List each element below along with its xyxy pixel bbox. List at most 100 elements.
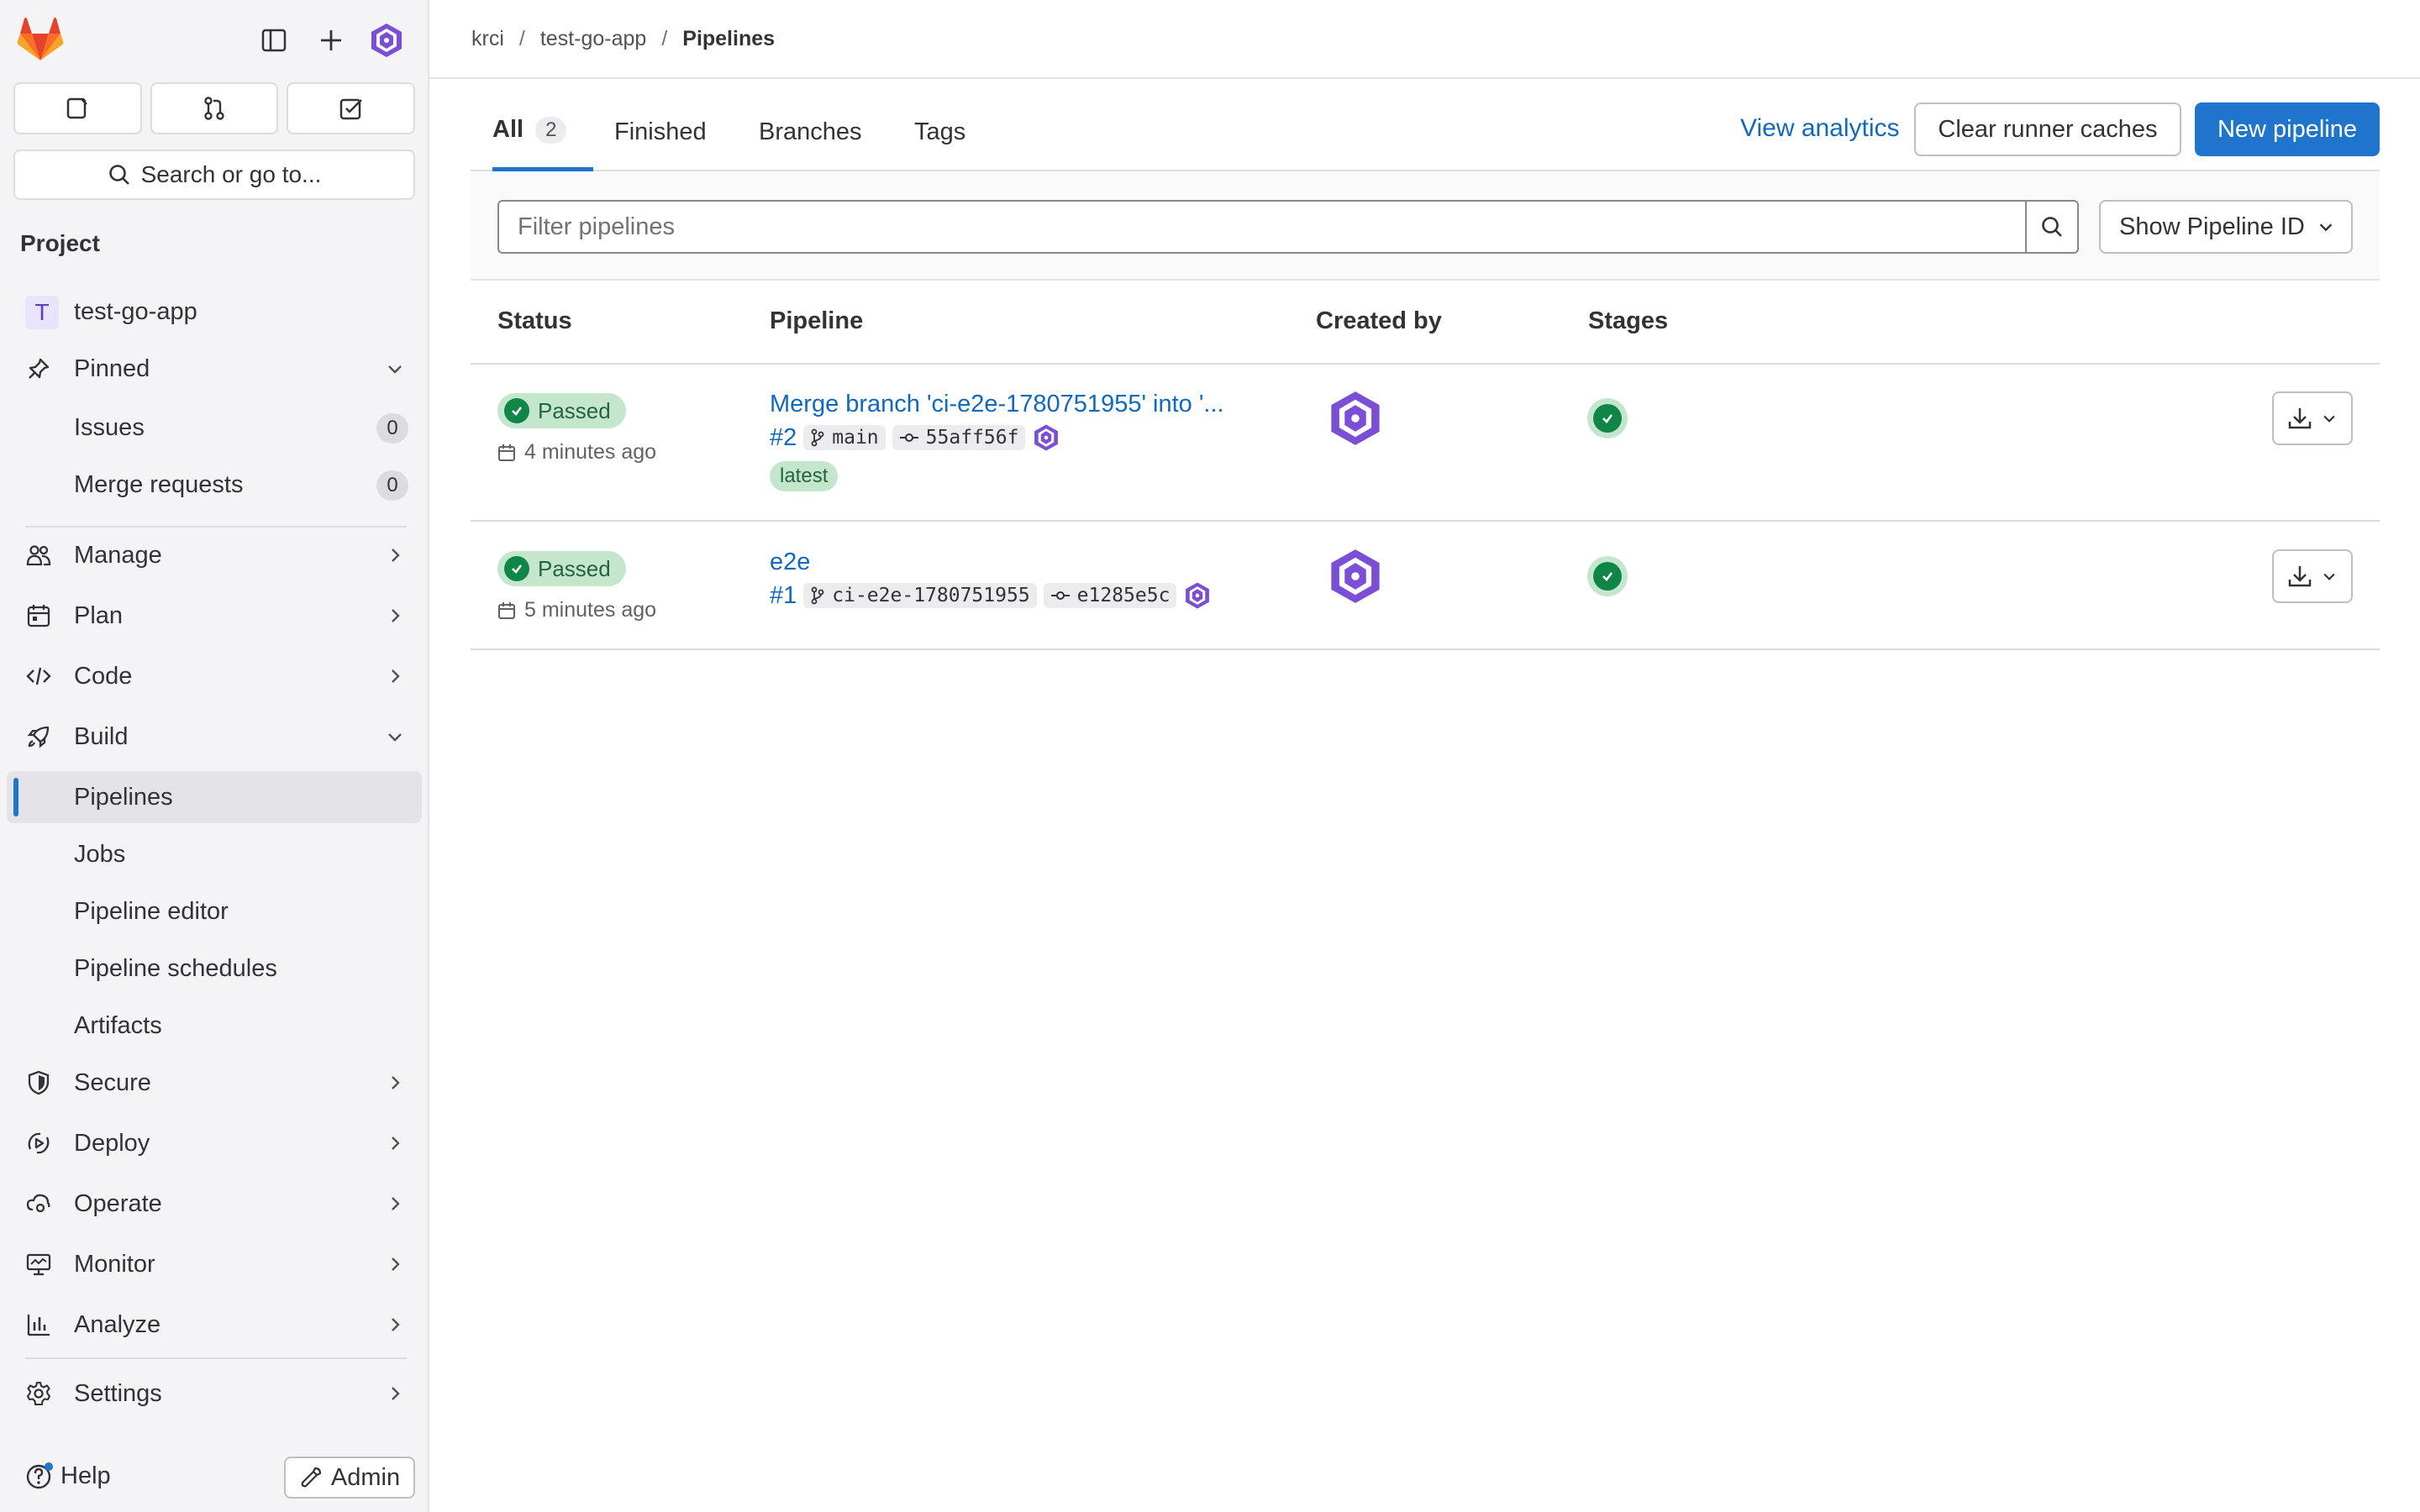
sidebar-item-pipeline-schedules[interactable]: Pipeline schedules xyxy=(7,942,422,995)
commit-author-avatar[interactable] xyxy=(1183,581,1212,610)
column-header-status: Status xyxy=(497,307,572,334)
stage-status-icon[interactable] xyxy=(1587,398,1628,438)
pipeline-meta: #2 main 55aff56f xyxy=(770,423,1060,452)
sidebar-item-plan[interactable]: Plan xyxy=(7,590,422,642)
sidebar-item-label: Code xyxy=(74,663,133,690)
status-success-icon xyxy=(504,398,529,423)
search-button[interactable]: Search or go to... xyxy=(13,150,415,200)
commit-author-avatar[interactable] xyxy=(1032,423,1060,452)
filter-pipelines-input[interactable]: Filter pipelines xyxy=(497,200,2027,254)
sidebar-section-heading: Project xyxy=(20,230,100,256)
download-icon xyxy=(2288,408,2312,429)
sidebar-item-label: Pipeline editor xyxy=(74,898,229,925)
todo-list-button[interactable] xyxy=(287,82,416,134)
sidebar-item-jobs[interactable]: Jobs xyxy=(7,828,422,880)
sidebar-item-label: Secure xyxy=(74,1069,151,1096)
sidebar-header xyxy=(0,0,429,79)
creator-avatar[interactable] xyxy=(1326,547,1385,606)
pipeline-ref: main xyxy=(832,427,879,449)
help-button[interactable]: Help xyxy=(25,1462,111,1490)
download-artifacts-button[interactable] xyxy=(2272,391,2353,445)
tab-label: Tags xyxy=(914,118,966,145)
sidebar-divider xyxy=(25,1357,407,1359)
sidebar-project-link[interactable]: T test-go-app xyxy=(7,286,422,338)
user-avatar-icon[interactable] xyxy=(368,22,405,59)
sidebar-item-label: Merge requests xyxy=(74,471,244,498)
download-artifacts-button[interactable] xyxy=(2272,549,2353,603)
search-icon xyxy=(2042,217,2062,237)
sidebar-item-label: Issues xyxy=(74,414,145,441)
sidebar-item-label: Settings xyxy=(74,1380,162,1407)
sidebar-item-label: Monitor xyxy=(74,1251,155,1278)
sidebar-item-analyze[interactable]: Analyze xyxy=(7,1299,422,1351)
merge-requests-button[interactable] xyxy=(150,82,279,134)
pipeline-ref-chip[interactable]: ci-e2e-1780751955 xyxy=(803,583,1037,608)
gitlab-logo-icon[interactable] xyxy=(17,17,64,62)
sidebar-item-pinned[interactable]: Pinned xyxy=(7,343,422,395)
sidebar-item-secure[interactable]: Secure xyxy=(7,1057,422,1109)
success-icon xyxy=(1593,562,1622,591)
sidebar-item-manage[interactable]: Manage xyxy=(7,529,422,581)
pipeline-commit: e1285e5c xyxy=(1076,585,1171,606)
status-badge[interactable]: Passed xyxy=(497,393,626,428)
chevron-down-icon xyxy=(2323,415,2335,423)
tab-finished[interactable]: Finished xyxy=(614,92,707,171)
creator-avatar[interactable] xyxy=(1326,389,1385,448)
pipeline-ref-chip[interactable]: main xyxy=(803,425,886,450)
pipeline-time: 5 minutes ago xyxy=(497,598,656,622)
sidebar-item-deploy[interactable]: Deploy xyxy=(7,1117,422,1169)
sidebar-item-label: Analyze xyxy=(74,1311,161,1338)
status-badge[interactable]: Passed xyxy=(497,551,626,586)
assigned-issues-button[interactable] xyxy=(13,82,142,134)
pin-icon xyxy=(25,355,52,382)
rocket-icon xyxy=(25,723,52,750)
breadcrumb-item-project[interactable]: test-go-app xyxy=(540,27,646,51)
pipeline-title-link[interactable]: e2e xyxy=(770,549,810,576)
branch-icon xyxy=(811,586,824,605)
status-success-icon xyxy=(504,556,529,581)
create-new-icon[interactable] xyxy=(313,22,350,59)
admin-label: Admin xyxy=(330,1463,401,1491)
sidebar-toggle-icon[interactable] xyxy=(255,22,292,59)
help-label: Help xyxy=(60,1462,111,1489)
chevron-down-icon xyxy=(388,733,402,742)
sidebar-item-artifacts[interactable]: Artifacts xyxy=(7,1000,422,1052)
shield-icon xyxy=(25,1069,52,1096)
sidebar-item-merge-requests[interactable]: Merge requests 0 xyxy=(7,459,422,511)
sidebar-item-monitor[interactable]: Monitor xyxy=(7,1238,422,1290)
pipeline-title-link[interactable]: Merge branch 'ci-e2e-1780751955' into '.… xyxy=(770,391,1224,418)
pipeline-id-select[interactable]: Show Pipeline ID xyxy=(2099,200,2353,254)
planning-icon xyxy=(25,602,52,629)
tab-tags[interactable]: Tags xyxy=(914,92,965,171)
sidebar-item-code[interactable]: Code xyxy=(7,650,422,702)
sidebar-item-pipelines[interactable]: Pipelines xyxy=(7,771,422,823)
user-counts xyxy=(13,82,416,134)
pipeline-id-link[interactable]: #1 xyxy=(770,582,797,610)
pipeline-meta: #1 ci-e2e-1780751955 e1285e5c xyxy=(770,581,1212,610)
pipeline-id-link[interactable]: #2 xyxy=(770,424,797,452)
sidebar-item-operate[interactable]: Operate xyxy=(7,1178,422,1230)
new-pipeline-button[interactable]: New pipeline xyxy=(2195,102,2380,156)
filter-search-button[interactable] xyxy=(2025,200,2079,254)
breadcrumb-item-current[interactable]: Pipelines xyxy=(682,27,775,51)
tab-branches[interactable]: Branches xyxy=(759,92,862,171)
sidebar: Search or go to... Project T test-go-app… xyxy=(0,0,429,1512)
pipeline-commit-chip[interactable]: e1285e5c xyxy=(1043,583,1177,608)
merge-requests-count-badge: 0 xyxy=(376,470,408,501)
sidebar-item-label: Pipelines xyxy=(74,784,173,811)
chevron-right-icon xyxy=(392,1387,400,1400)
chevron-right-icon xyxy=(392,669,400,683)
sidebar-item-issues[interactable]: Issues 0 xyxy=(7,402,422,454)
tab-all[interactable]: All 2 xyxy=(492,92,593,171)
sidebar-item-build[interactable]: Build xyxy=(7,711,422,763)
stage-status-icon[interactable] xyxy=(1587,556,1628,596)
admin-button[interactable]: Admin xyxy=(284,1457,415,1499)
merge-request-icon xyxy=(204,97,224,120)
gear-icon xyxy=(25,1380,52,1407)
view-analytics-link[interactable]: View analytics xyxy=(1740,114,1900,143)
sidebar-item-pipeline-editor[interactable]: Pipeline editor xyxy=(7,885,422,937)
clear-runner-caches-button[interactable]: Clear runner caches xyxy=(1914,102,2181,156)
sidebar-item-settings[interactable]: Settings xyxy=(7,1368,422,1420)
breadcrumb-item-group[interactable]: krci xyxy=(471,27,504,51)
pipeline-commit-chip[interactable]: 55aff56f xyxy=(892,425,1026,450)
